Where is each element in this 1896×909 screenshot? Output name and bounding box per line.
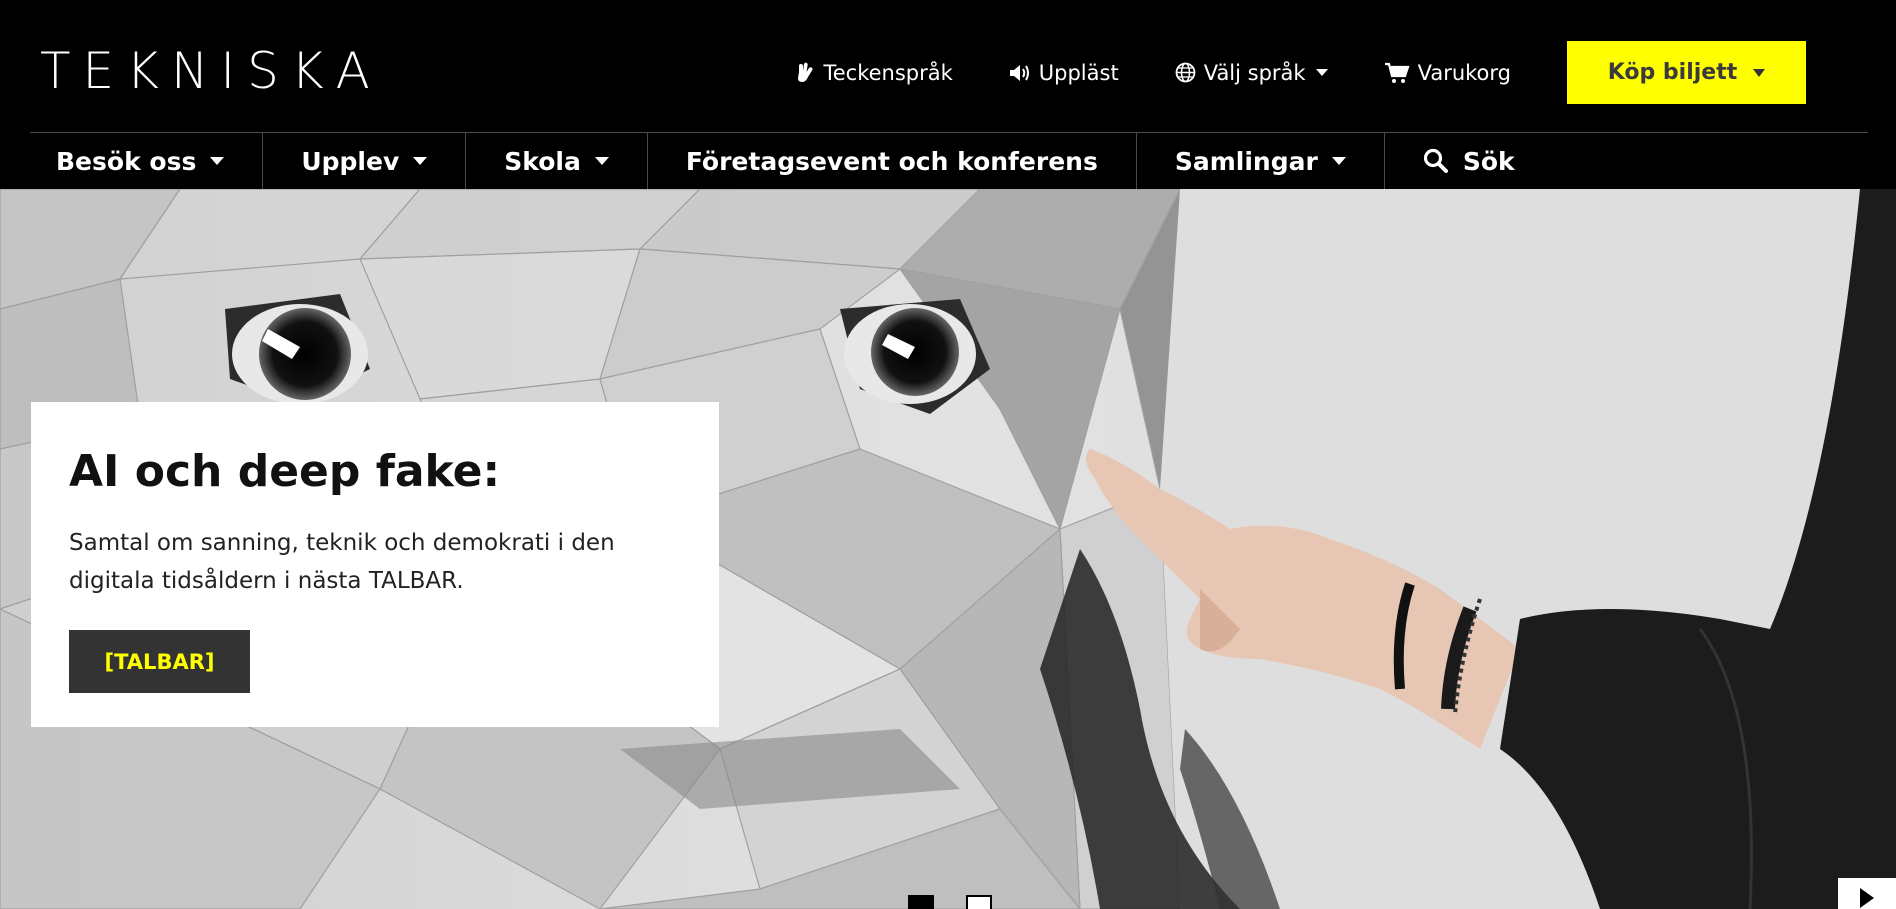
slide-indicators bbox=[908, 895, 992, 909]
cart-label: Varukorg bbox=[1417, 60, 1511, 85]
nav-label: Besök oss bbox=[56, 146, 197, 176]
nav-label: Upplev bbox=[301, 146, 400, 176]
logo-letter: K bbox=[126, 42, 165, 100]
sign-language-label: Teckenspråk bbox=[823, 60, 953, 85]
chevron-down-icon bbox=[1331, 157, 1346, 165]
nav-label: Företagsevent och konferens bbox=[685, 146, 1098, 176]
hero-card: AI och deep fake: Samtal om sanning, tek… bbox=[31, 402, 719, 727]
nav-item-school[interactable]: Skola bbox=[466, 133, 648, 189]
nav-item-search[interactable]: Sök bbox=[1385, 133, 1553, 189]
speaker-icon bbox=[1009, 64, 1029, 81]
logo-letter: N bbox=[170, 42, 215, 100]
slide-dot-2[interactable] bbox=[966, 895, 992, 909]
logo-letter: T bbox=[40, 42, 77, 100]
buy-ticket-button[interactable]: Köp biljett bbox=[1567, 41, 1806, 104]
logo-letter: K bbox=[290, 42, 330, 100]
utility-nav: Teckenspråk Uppläst Välj språk Varukorg … bbox=[795, 41, 1806, 104]
nav-label: Skola bbox=[504, 146, 581, 176]
hero-title: AI och deep fake: bbox=[69, 446, 501, 497]
hand-icon bbox=[798, 62, 813, 82]
logo-letter: A bbox=[335, 42, 376, 100]
nav-label: Sök bbox=[1462, 146, 1515, 176]
talbar-button[interactable]: [TALBAR] bbox=[69, 630, 250, 693]
chevron-down-icon bbox=[594, 157, 609, 165]
hero-description: Samtal om sanning, teknik och demokrati … bbox=[69, 530, 615, 594]
hero-carousel: AI och deep fake: Samtal om sanning, tek… bbox=[0, 189, 1896, 909]
chevron-down-icon bbox=[210, 157, 225, 165]
chevron-down-icon bbox=[1753, 68, 1766, 77]
read-aloud-link[interactable]: Uppläst bbox=[1009, 61, 1119, 85]
nav-label: Samlingar bbox=[1174, 146, 1318, 176]
logo-letter: S bbox=[247, 42, 285, 100]
nav-item-collections[interactable]: Samlingar bbox=[1137, 133, 1385, 189]
globe-icon bbox=[1175, 62, 1196, 83]
cart-icon bbox=[1384, 62, 1410, 83]
read-aloud-label: Uppläst bbox=[1038, 60, 1119, 85]
nav-item-visit[interactable]: Besök oss bbox=[30, 133, 264, 189]
buy-ticket-label: Köp biljett bbox=[1607, 60, 1738, 85]
logo-letter: E bbox=[82, 42, 121, 100]
tekniska-logo[interactable]: T E K N I S K A bbox=[40, 42, 376, 100]
logo-letter: I bbox=[220, 42, 242, 100]
nav-item-corporate[interactable]: Företagsevent och konferens bbox=[648, 133, 1137, 189]
search-icon bbox=[1423, 148, 1448, 173]
nav-item-experience[interactable]: Upplev bbox=[263, 133, 467, 189]
cart-link[interactable]: Varukorg bbox=[1384, 61, 1511, 85]
main-nav: Besök oss Upplev Skola Företagsevent och… bbox=[30, 133, 1553, 189]
site-header: T E K N I S K A Teckenspråk Uppläst Välj… bbox=[0, 0, 1896, 132]
language-select[interactable]: Välj språk bbox=[1175, 61, 1328, 85]
chevron-down-icon bbox=[413, 157, 428, 165]
sign-language-link[interactable]: Teckenspråk bbox=[795, 60, 953, 85]
next-slide-button[interactable] bbox=[1838, 878, 1896, 909]
chevron-down-icon bbox=[1315, 69, 1328, 76]
slide-dot-1[interactable] bbox=[908, 895, 934, 909]
arrow-right-icon bbox=[1860, 888, 1874, 908]
language-label: Välj språk bbox=[1203, 60, 1306, 85]
